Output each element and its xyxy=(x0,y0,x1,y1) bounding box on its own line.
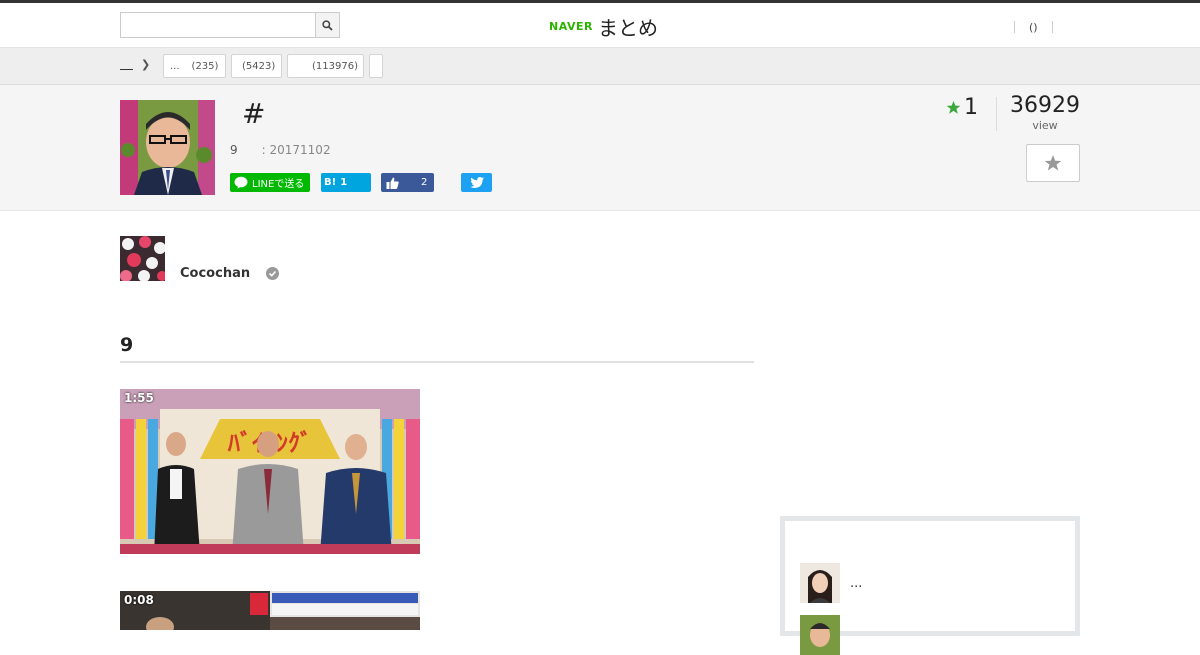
author-name[interactable]: Cocochan xyxy=(180,266,280,281)
view-count-value: 36929 xyxy=(1010,93,1080,118)
naver-matome-logo[interactable]: NAVER まとめ xyxy=(549,12,658,40)
breadcrumb-tag[interactable]: (5423) xyxy=(231,54,282,78)
menu-separator xyxy=(1051,21,1053,33)
article-meta: 9 : 20171102 xyxy=(230,143,331,157)
content-image[interactable]: ﾊﾞｲｷﾝｸﾞ 1:55 xyxy=(120,389,420,554)
news-image xyxy=(120,591,420,630)
add-favorite-button[interactable] xyxy=(1026,144,1080,182)
search-input[interactable] xyxy=(121,13,315,37)
facebook-like-count: 2 xyxy=(421,177,428,188)
line-share-label: LINEで送る xyxy=(252,179,305,190)
tv-studio-image: ﾊﾞｲｷﾝｸﾞ xyxy=(120,389,420,554)
video-timestamp: 1:55 xyxy=(124,391,154,405)
breadcrumb-home[interactable]: ❯ xyxy=(120,58,150,71)
breadcrumb: ❯ ... (235) (5423) (113976) xyxy=(0,48,1200,85)
related-title: ... xyxy=(850,575,863,591)
logo-matome-text: まとめ xyxy=(597,15,658,40)
content-image[interactable]: 0:08 xyxy=(120,591,420,630)
top-bar: NAVER まとめ () xyxy=(0,0,1200,48)
updated-date: : 20171102 xyxy=(261,143,331,157)
hatena-bookmark-button[interactable]: B! 1 xyxy=(321,173,371,192)
hatena-icon: B! xyxy=(324,177,337,188)
author-avatar[interactable] xyxy=(120,236,165,281)
twitter-share-button[interactable] xyxy=(461,173,492,192)
related-item[interactable] xyxy=(800,615,850,655)
breadcrumb-home-label xyxy=(120,59,133,70)
related-thumbnail xyxy=(800,615,840,655)
user-menu-link[interactable]: () xyxy=(1015,21,1052,34)
search-icon xyxy=(322,19,333,31)
author-name-text: Cocochan xyxy=(180,266,251,281)
breadcrumb-tag[interactable]: (113976) xyxy=(287,54,364,78)
favorite-count-value: 1 xyxy=(964,95,978,120)
search-button[interactable] xyxy=(315,13,339,37)
related-thumbnail xyxy=(800,563,840,603)
related-item[interactable]: ... xyxy=(800,563,862,603)
related-matome-box: ... xyxy=(780,516,1080,655)
chevron-right-icon: ❯ xyxy=(141,58,151,71)
item-count: 9 xyxy=(230,143,238,157)
view-count: 36929 view xyxy=(1009,93,1081,132)
tag-count: (113976) xyxy=(312,60,358,72)
line-icon xyxy=(234,176,248,189)
thumbs-up-icon xyxy=(386,177,399,189)
search-box xyxy=(120,12,340,38)
article-title: # xyxy=(242,97,266,130)
tag-label: ... xyxy=(170,60,180,72)
avatar-image xyxy=(120,236,165,281)
breadcrumb-tag[interactable]: ... (235) xyxy=(163,54,226,78)
verified-check-icon xyxy=(266,267,280,280)
breadcrumb-tag[interactable] xyxy=(369,54,383,78)
section-heading: 9 xyxy=(120,334,134,356)
tag-count: (5423) xyxy=(242,60,276,72)
article-header: # 9 : 20171102 LINEで送る B! 1 2 1 36929 vi… xyxy=(0,85,1200,211)
stats-divider xyxy=(996,97,997,131)
star-icon xyxy=(1044,155,1062,171)
user-menu: () xyxy=(1014,18,1053,36)
view-count-label: view xyxy=(1032,119,1058,132)
line-share-button[interactable]: LINEで送る xyxy=(230,173,310,192)
thumbnail-image xyxy=(120,100,215,195)
star-icon xyxy=(946,100,961,114)
video-timestamp: 0:08 xyxy=(124,593,154,607)
favorite-count: 1 xyxy=(946,95,978,120)
hatena-count: 1 xyxy=(340,177,348,188)
section-divider xyxy=(120,361,754,363)
article-thumbnail[interactable] xyxy=(120,100,215,195)
tag-count: (235) xyxy=(191,60,219,72)
twitter-icon xyxy=(469,177,484,188)
logo-naver-text: NAVER xyxy=(549,19,593,33)
facebook-like-button[interactable]: 2 xyxy=(381,173,434,192)
